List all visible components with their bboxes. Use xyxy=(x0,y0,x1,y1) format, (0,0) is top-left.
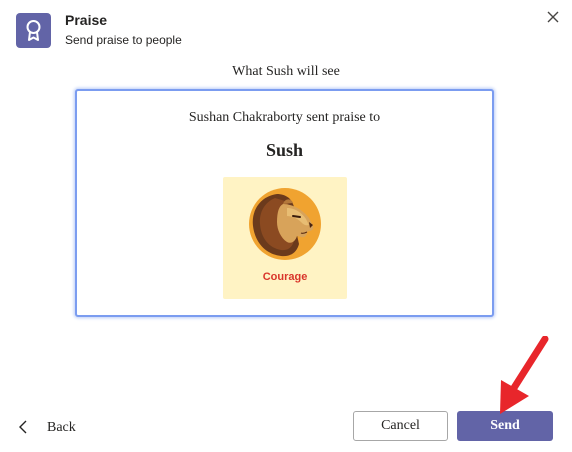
praise-sender-line: Sushan Chakraborty sent praise to xyxy=(188,110,381,125)
close-icon[interactable] xyxy=(544,8,562,26)
badge-label: Courage xyxy=(262,271,308,283)
back-label: Back xyxy=(47,420,76,435)
praise-recipient: Sush xyxy=(265,140,304,160)
red-arrow-icon xyxy=(497,335,549,423)
dialog-title: Praise xyxy=(65,12,108,28)
praise-badge: Courage xyxy=(223,177,347,299)
praise-preview-card: Sushan Chakraborty sent praise to Sush C… xyxy=(75,89,494,317)
preview-heading: What Sush will see xyxy=(232,64,340,79)
dialog-subtitle: Send praise to people xyxy=(65,33,182,47)
lion-icon xyxy=(249,188,321,260)
cancel-button[interactable]: Cancel xyxy=(353,411,448,441)
award-ribbon-icon xyxy=(16,13,51,48)
chevron-left-icon xyxy=(19,420,27,434)
